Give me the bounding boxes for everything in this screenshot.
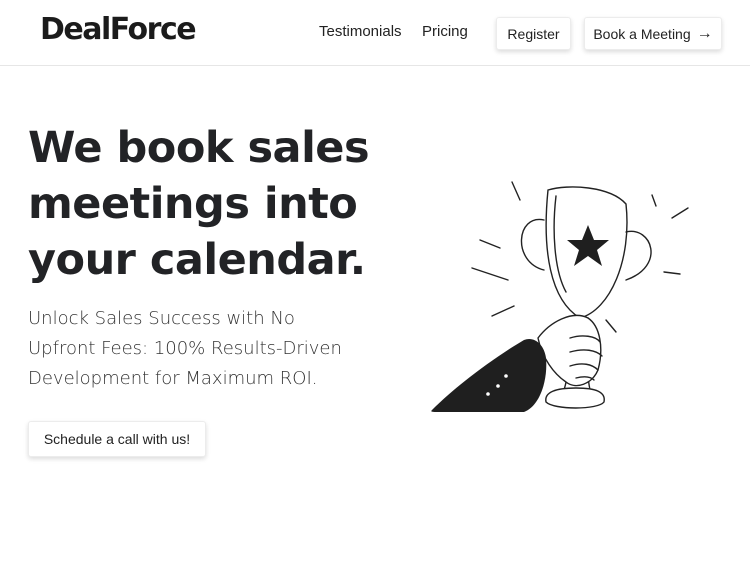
book-meeting-button[interactable]: Book a Meeting → [584,17,722,50]
arrow-right-icon: → [696,24,713,42]
schedule-call-button[interactable]: Schedule a call with us! [28,421,206,457]
hero-title: We book sales meetings into your calenda… [28,123,370,285]
register-button-label: Register [507,25,560,42]
register-button[interactable]: Register [496,17,571,50]
nav-link-testimonials[interactable]: Testimonials [319,23,402,40]
site-header: DealForce Testimonials Pricing Register … [0,0,750,66]
schedule-call-button-label: Schedule a call with us! [43,431,191,447]
trophy-hand-icon [431,181,689,412]
nav-link-pricing[interactable]: Pricing [422,23,468,40]
book-meeting-button-label: Book a Meeting [593,25,691,42]
hero-subtitle: Unlock Sales Success with No Upfront Fee… [28,308,342,389]
logo[interactable]: DealForce [40,12,197,47]
